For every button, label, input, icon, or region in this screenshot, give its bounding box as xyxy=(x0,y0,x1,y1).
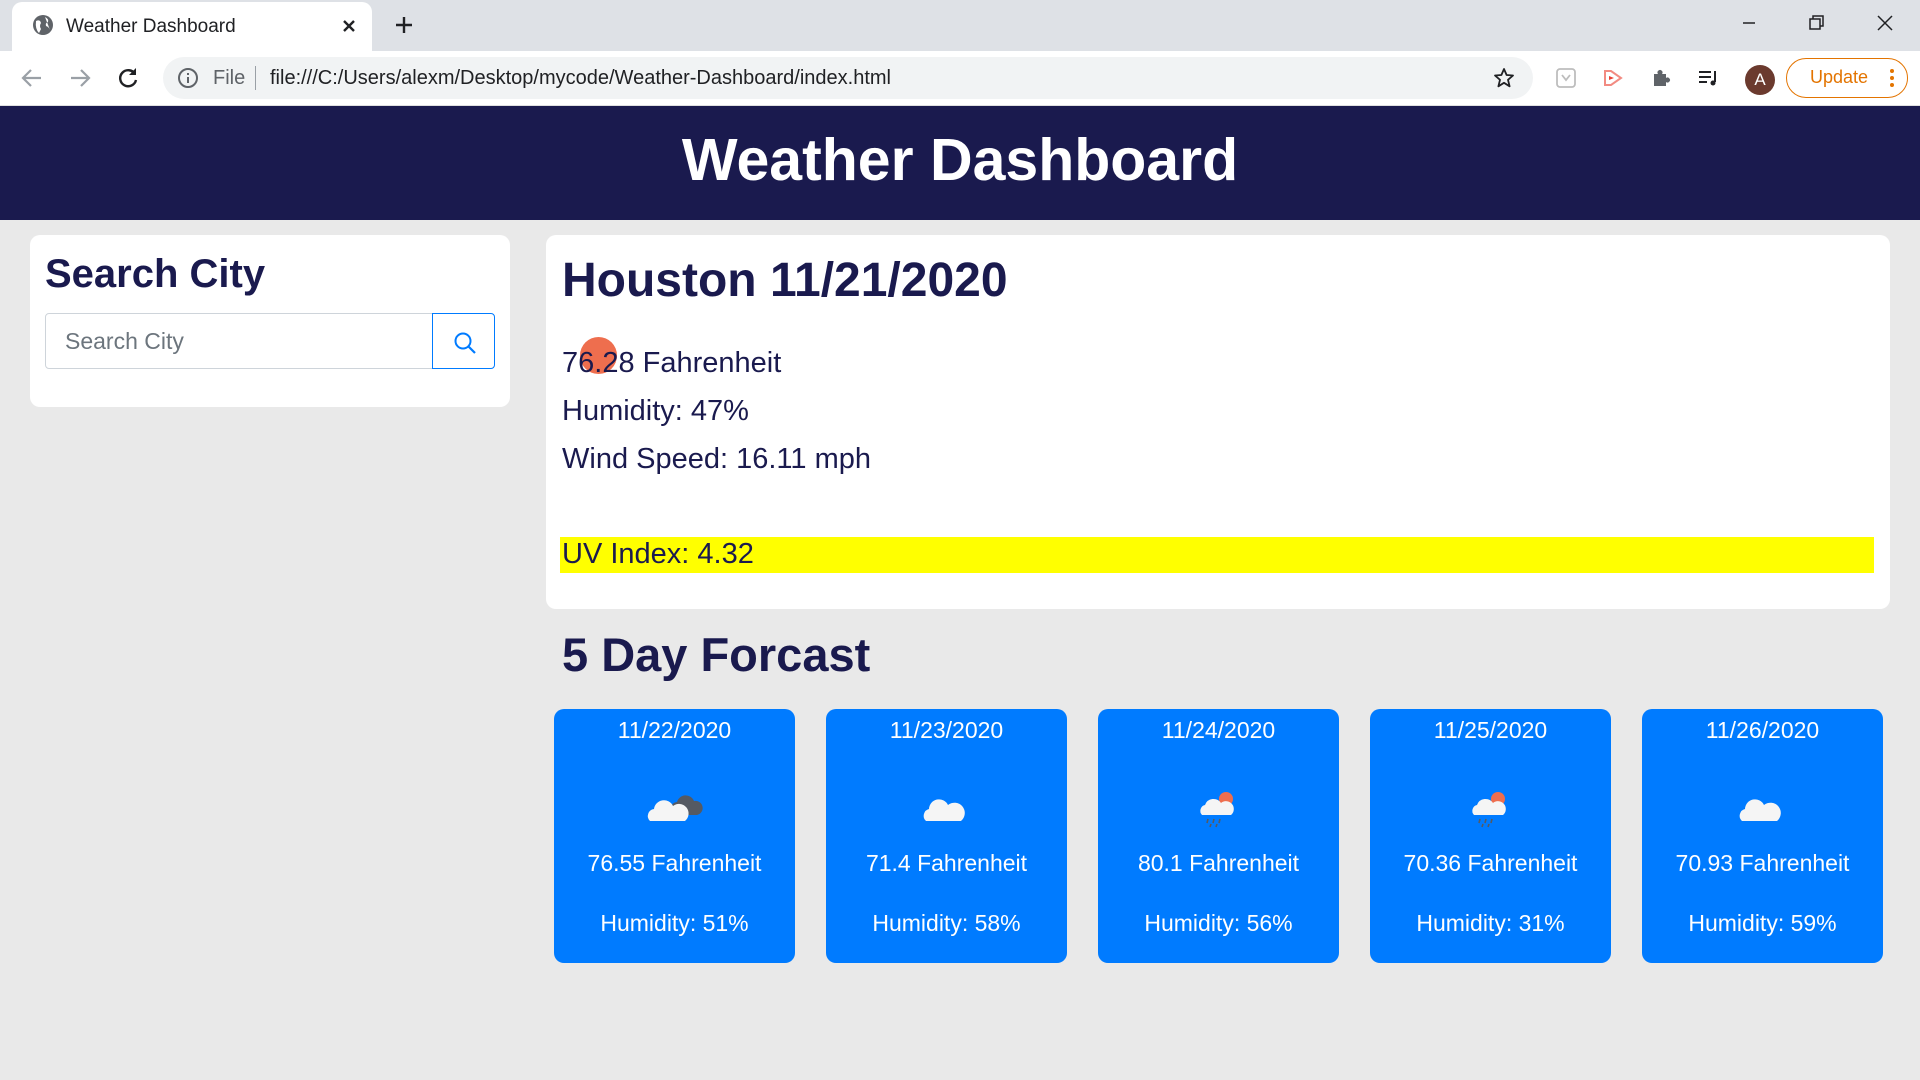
address-bar[interactable]: File file:///C:/Users/alexm/Desktop/myco… xyxy=(163,57,1533,99)
restore-icon[interactable] xyxy=(1803,10,1829,36)
forecast-humidity: Humidity: 58% xyxy=(872,910,1021,936)
url-text[interactable]: file:///C:/Users/alexm/Desktop/mycode/We… xyxy=(270,67,891,90)
forecast-date: 11/26/2020 xyxy=(1705,717,1820,743)
rain-sun-icon xyxy=(1200,792,1234,828)
forecast-date: 11/23/2020 xyxy=(889,717,1004,743)
forecast-humidity: Humidity: 56% xyxy=(1144,910,1293,936)
media-queue-icon[interactable] xyxy=(1696,65,1722,91)
forecast-date: 11/22/2020 xyxy=(617,717,732,743)
forecast-humidity: Humidity: 31% xyxy=(1416,910,1565,936)
forecast-humidity: Humidity: 51% xyxy=(600,910,749,936)
new-tab-icon[interactable] xyxy=(392,13,416,37)
current-humidity: Humidity: 47% xyxy=(562,395,749,427)
forecast-card: 11/26/2020 70.93 Fahrenheit Humidity: 59… xyxy=(1642,709,1883,963)
current-weather-panel: Houston 11/21/2020 76.28 Fahrenheit Humi… xyxy=(546,235,1890,609)
close-window-icon[interactable] xyxy=(1872,10,1898,36)
menu-dots-icon xyxy=(1890,69,1894,87)
search-panel: Search City xyxy=(30,235,510,407)
forecast-card: 11/22/2020 76.55 Fahrenheit Humidity: 51… xyxy=(554,709,795,963)
bookmark-star-icon[interactable] xyxy=(1492,66,1516,90)
forecast-temp: 76.55 Fahrenheit xyxy=(587,850,762,876)
forecast-temp: 80.1 Fahrenheit xyxy=(1137,850,1300,876)
search-input[interactable] xyxy=(45,313,433,369)
current-temperature: 76.28 Fahrenheit xyxy=(562,347,782,379)
back-icon[interactable] xyxy=(18,64,46,92)
scheme-label: File xyxy=(213,67,246,89)
broken-clouds-icon xyxy=(647,795,703,821)
forecast-temp: 70.36 Fahrenheit xyxy=(1403,850,1578,876)
forecast-temp: 70.93 Fahrenheit xyxy=(1675,850,1850,876)
tab-title: Weather Dashboard xyxy=(66,16,236,37)
forecast-date: 11/24/2020 xyxy=(1161,717,1276,743)
forecast-card: 11/23/2020 71.4 Fahrenheit Humidity: 58% xyxy=(826,709,1067,963)
forward-icon[interactable] xyxy=(66,64,94,92)
forecast-card: 11/25/2020 70.36 Fahrenheit Humidity: 31… xyxy=(1370,709,1611,963)
uv-index-bar: UV Index: 4.32 xyxy=(560,537,1874,573)
rain-sun-icon xyxy=(1472,792,1506,828)
search-button[interactable] xyxy=(432,313,495,369)
site-header: Weather Dashboard xyxy=(0,106,1920,220)
forecast-heading: 5 Day Forcast xyxy=(562,628,871,681)
search-icon xyxy=(454,332,476,354)
puzzle-extensions-icon[interactable] xyxy=(1648,65,1674,91)
current-city-title: Houston 11/21/2020 xyxy=(562,254,1008,307)
omnibox-divider xyxy=(255,66,256,90)
minimize-icon[interactable] xyxy=(1736,10,1762,36)
browser-toolbar: File file:///C:/Users/alexm/Desktop/myco… xyxy=(0,51,1920,106)
reload-icon[interactable] xyxy=(114,64,142,92)
uv-index-text: UV Index: 4.32 xyxy=(562,538,754,570)
close-tab-icon[interactable] xyxy=(338,15,360,37)
cloud-icon xyxy=(1739,799,1781,821)
forecast-card: 11/24/2020 80.1 Fahrenheit Humidity: 56% xyxy=(1098,709,1339,963)
cast-extension-icon[interactable] xyxy=(1600,65,1626,91)
search-heading: Search City xyxy=(45,252,266,296)
profile-avatar[interactable]: A xyxy=(1745,65,1775,95)
forecast-temp: 71.4 Fahrenheit xyxy=(865,850,1028,876)
update-label: Update xyxy=(1810,67,1869,87)
cloud-icon xyxy=(923,799,965,821)
forecast-humidity: Humidity: 59% xyxy=(1688,910,1837,936)
current-wind-speed: Wind Speed: 16.11 mph xyxy=(562,443,871,475)
browser-tab[interactable]: Weather Dashboard xyxy=(12,2,372,51)
update-button[interactable]: Update xyxy=(1786,58,1908,98)
forecast-date: 11/25/2020 xyxy=(1433,717,1548,743)
info-icon[interactable] xyxy=(177,67,199,89)
browser-tab-strip: Weather Dashboard xyxy=(0,0,1920,51)
extension-box-icon[interactable] xyxy=(1553,65,1579,91)
site-title: Weather Dashboard xyxy=(681,127,1239,193)
globe-icon xyxy=(33,15,53,35)
